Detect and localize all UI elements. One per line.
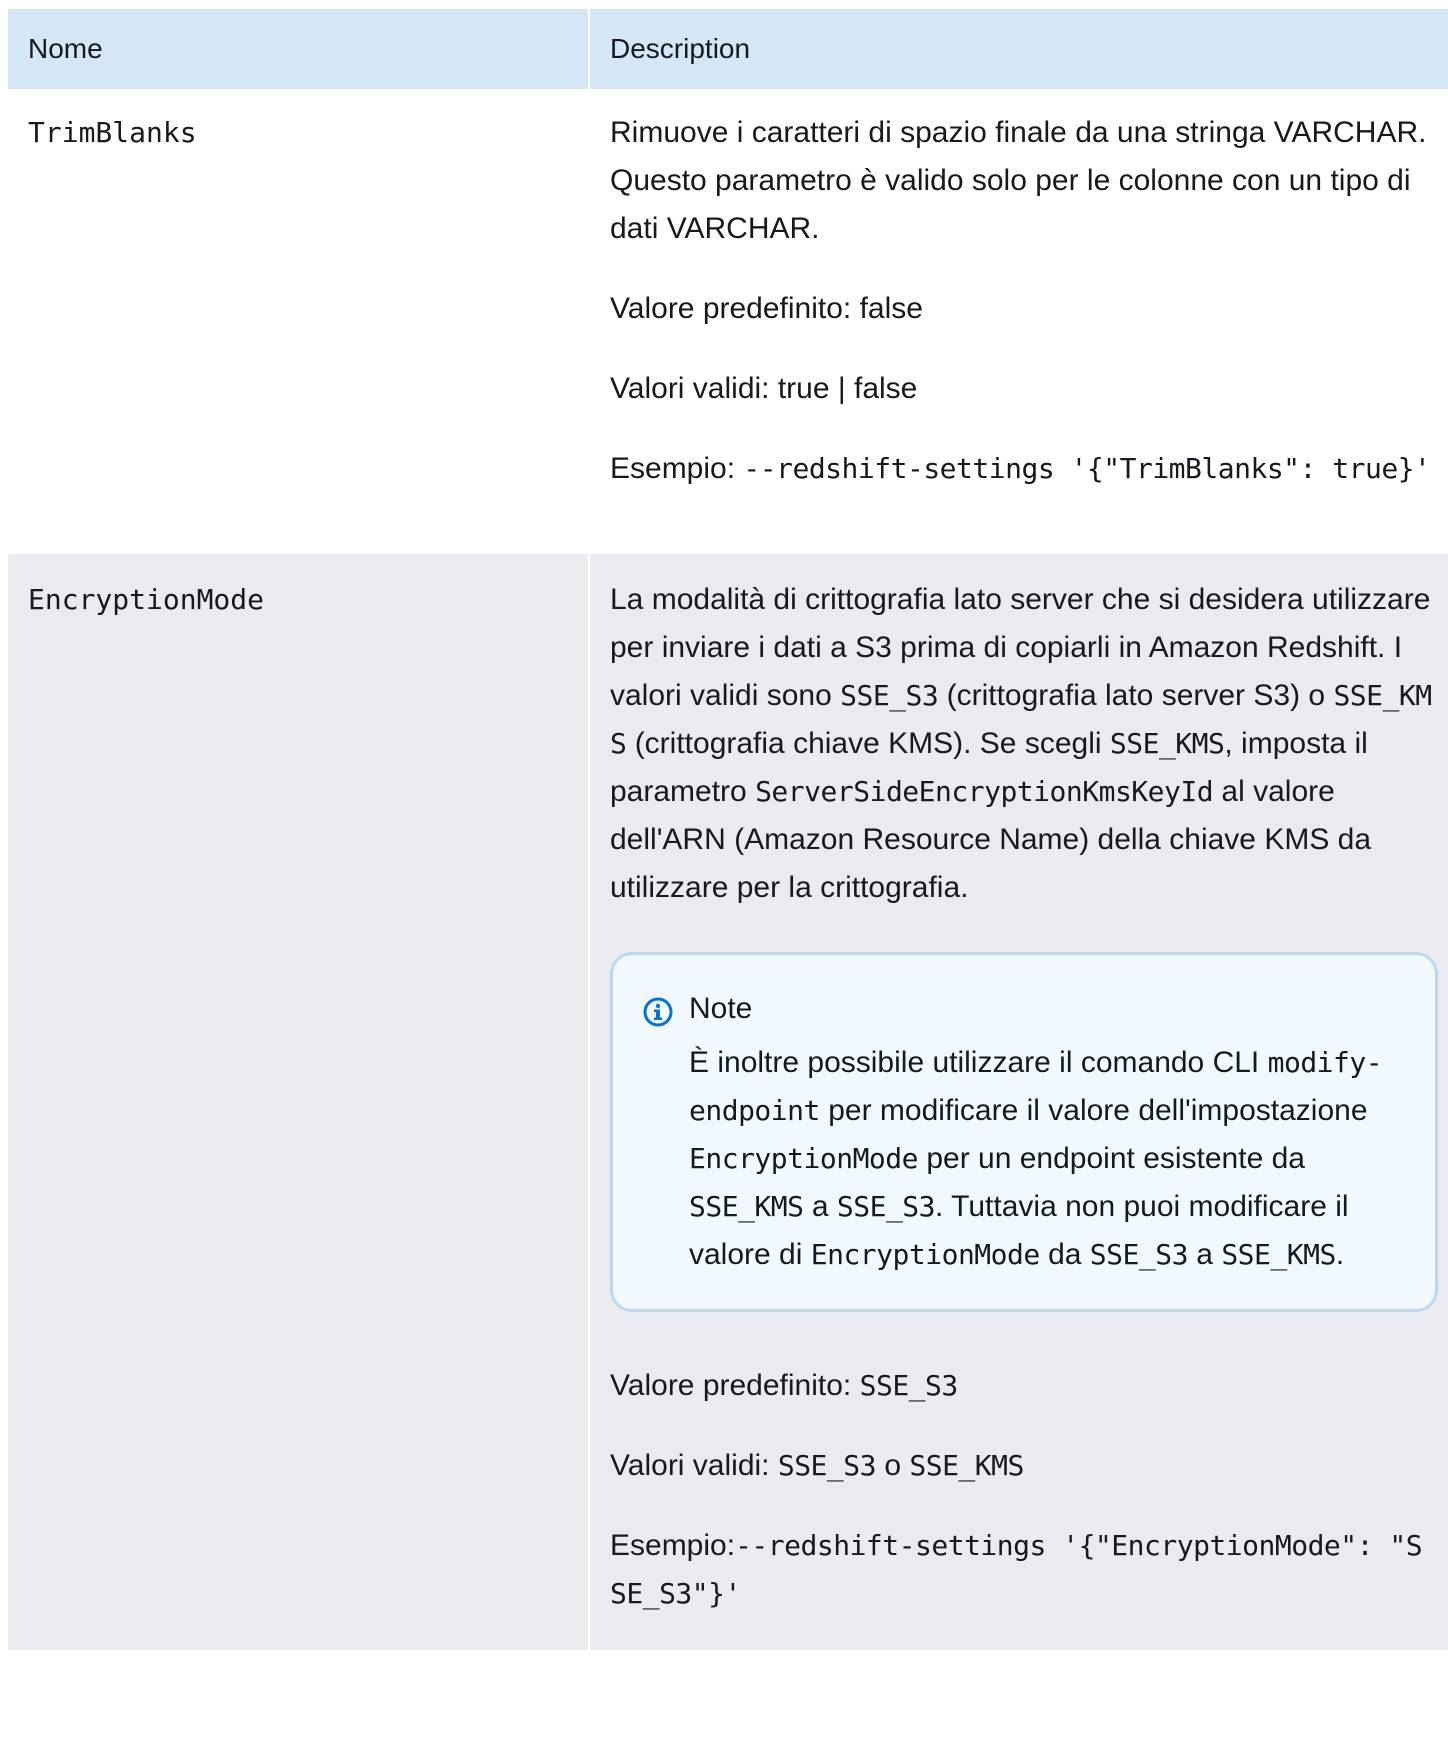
desc-text: (crittografia lato server S3) o bbox=[938, 679, 1334, 712]
note-text: per un endpoint esistente da bbox=[918, 1142, 1305, 1175]
desc-text: (crittografia chiave KMS). Se scegli bbox=[626, 727, 1110, 760]
note-header: Note bbox=[643, 985, 1405, 1033]
table-header-row: Nome Description bbox=[8, 9, 1448, 89]
valid-mid: o bbox=[876, 1449, 910, 1482]
note-title: Note bbox=[689, 992, 753, 1025]
desc-code: SSE_KMS bbox=[1109, 727, 1225, 760]
column-header-description: Description bbox=[589, 9, 1448, 89]
param-name: EncryptionMode bbox=[8, 555, 590, 1650]
table-row: TrimBlanks Rimuove i caratteri di spazio… bbox=[8, 89, 1448, 555]
note-code: SSE_KMS bbox=[1221, 1238, 1336, 1271]
note-code: SSE_S3 bbox=[836, 1190, 936, 1223]
valid-label: Valori validi: bbox=[610, 1449, 778, 1482]
valid-values: Valori validi: true | false bbox=[610, 372, 918, 405]
example-label: Esempio: bbox=[610, 452, 744, 485]
example-code: --redshift-settings '{"TrimBlanks": true… bbox=[743, 452, 1431, 485]
note-text: per modificare il valore dell'impostazio… bbox=[819, 1094, 1368, 1127]
note-text: a bbox=[1187, 1238, 1222, 1271]
note-text: È inoltre possibile utilizzare il comand… bbox=[689, 1046, 1268, 1079]
table-row: EncryptionMode La modalità di crittograf… bbox=[8, 555, 1448, 1650]
parameters-table: Nome Description TrimBlanks Rimuove i ca… bbox=[8, 9, 1448, 1650]
note-code: SSE_KMS bbox=[689, 1190, 804, 1223]
valid-values: Valori validi: SSE_S3 o SSE_KMS bbox=[610, 1442, 1438, 1490]
param-description-cell: La modalità di crittografia lato server … bbox=[589, 555, 1448, 1650]
note-code: EncryptionMode bbox=[810, 1238, 1041, 1271]
note-text: a bbox=[803, 1190, 837, 1223]
param-description: Rimuove i caratteri di spazio finale da … bbox=[610, 116, 1427, 245]
note-callout: Note È inoltre possibile utilizzare il c… bbox=[610, 952, 1438, 1312]
desc-code: ServerSideEncryptionKmsKeyId bbox=[755, 775, 1214, 808]
valid-code: SSE_KMS bbox=[909, 1449, 1024, 1482]
param-description: La modalità di crittografia lato server … bbox=[610, 576, 1438, 912]
default-code: SSE_S3 bbox=[859, 1369, 959, 1402]
example-label: Esempio: bbox=[610, 1529, 736, 1562]
default-value: Valore predefinito: false bbox=[610, 292, 923, 325]
valid-code: SSE_S3 bbox=[777, 1449, 877, 1482]
note-text: da bbox=[1039, 1238, 1090, 1271]
param-name: TrimBlanks bbox=[8, 89, 590, 555]
desc-code: SSE_S3 bbox=[840, 679, 939, 712]
info-icon bbox=[643, 994, 673, 1027]
note-text: . bbox=[1335, 1238, 1345, 1271]
column-header-name: Nome bbox=[8, 9, 590, 89]
example: Esempio:--redshift-settings '{"Encryptio… bbox=[610, 1522, 1438, 1618]
note-code: SSE_S3 bbox=[1089, 1238, 1189, 1271]
default-label: Valore predefinito: bbox=[610, 1369, 860, 1402]
example: Esempio: --redshift-settings '{"TrimBlan… bbox=[610, 445, 1438, 493]
default-value: Valore predefinito: SSE_S3 bbox=[610, 1362, 1438, 1410]
note-code: EncryptionMode bbox=[689, 1142, 919, 1175]
note-body: È inoltre possibile utilizzare il comand… bbox=[689, 1039, 1405, 1279]
param-description-cell: Rimuove i caratteri di spazio finale da … bbox=[589, 89, 1448, 555]
